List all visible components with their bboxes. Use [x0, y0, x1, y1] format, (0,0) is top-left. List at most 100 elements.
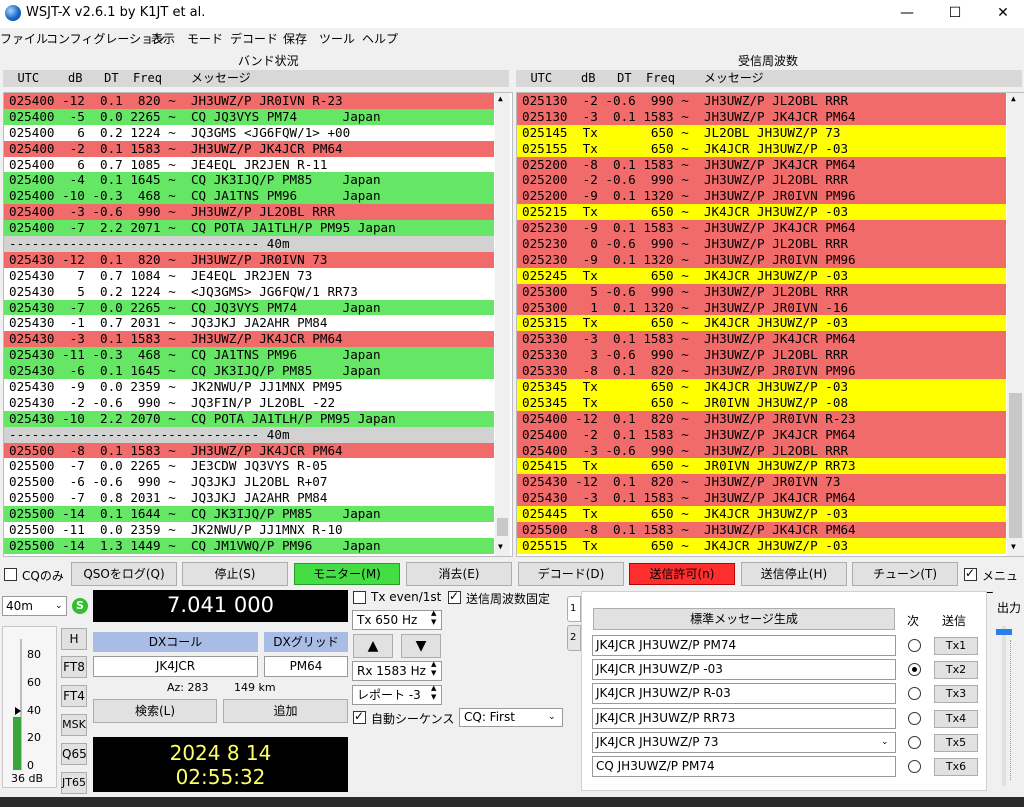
rx-frequency-row[interactable]: 025430 -12 0.1 820 ~ JH3UWZ/P JR0IVN 73	[517, 474, 1006, 491]
menu-file[interactable]: ファイル	[0, 30, 48, 47]
rx-frequency-row[interactable]: 025500 -8 0.1 1583 ~ JH3UWZ/P JK4JCR PM6…	[517, 522, 1006, 538]
band-activity-row[interactable]: 025500 -7 0.0 2265 ~ JE3CDW JQ3VYS R-05	[4, 458, 494, 475]
tx4-next-radio[interactable]	[908, 712, 921, 725]
rx-frequency-row[interactable]: 025200 -9 0.1 1320 ~ JH3UWZ/P JR0IVN PM9…	[517, 188, 1006, 205]
rx-frequency-row[interactable]: 025130 -2 -0.6 990 ~ JH3UWZ/P JL2OBL RRR	[517, 93, 1006, 109]
band-activity-row[interactable]: 025400 -5 0.0 2265 ~ CQ JQ3VYS PM74 Japa…	[4, 108, 494, 125]
band-activity-row[interactable]: 025400 -3 -0.6 990 ~ JH3UWZ/P JL2OBL RRR	[4, 204, 494, 221]
band-activity-row[interactable]: 025500 -11 0.0 2359 ~ JK2NWU/P JJ1MNX R-…	[4, 522, 494, 538]
band-activity-row[interactable]: --------------------------------- 40m	[4, 236, 494, 252]
monitor-button[interactable]: モニター(M)	[294, 563, 400, 585]
mode-jt65-button[interactable]: JT65	[61, 772, 87, 794]
band-activity-row[interactable]: 025400 -7 2.2 2071 ~ CQ POTA JA1TLH/P PM…	[4, 220, 494, 237]
minimize-button[interactable]: —	[884, 0, 930, 28]
band-activity-row[interactable]: 025430 -3 0.1 1583 ~ JH3UWZ/P JK4JCR PM6…	[4, 331, 494, 348]
band-activity-row[interactable]: 025500 -14 0.1 1644 ~ CQ JK3IJQ/P PM85 J…	[4, 506, 494, 523]
band-activity-row[interactable]: 025430 -1 0.7 2031 ~ JQ3JKJ JA2AHR PM84	[4, 315, 494, 332]
output-slider-handle[interactable]	[996, 629, 1012, 635]
tx5-next-radio[interactable]	[908, 736, 921, 749]
decode-button[interactable]: デコード(D)	[518, 562, 624, 586]
cq-only-checkbox[interactable]	[4, 568, 17, 581]
hold-tx-freq-checkbox[interactable]	[448, 589, 461, 604]
tx4-message-input[interactable]: JK4JCR JH3UWZ/P RR73	[592, 708, 896, 729]
band-activity-row[interactable]: 025430 -9 0.0 2359 ~ JK2NWU/P JJ1MNX PM9…	[4, 379, 494, 395]
band-activity-row[interactable]: 025430 5 0.2 1224 ~ <JQ3GMS> JG6FQW/1 RR…	[4, 283, 494, 300]
tx3-next-radio[interactable]	[908, 687, 921, 700]
menu-config[interactable]: コンフィグレーション	[46, 30, 165, 47]
band-activity-list[interactable]: 025400 -12 0.1 820 ~ JH3UWZ/P JR0IVN R-2…	[3, 92, 513, 557]
band-activity-row[interactable]: 025430 -11 -0.3 468 ~ CQ JA1TNS PM96 Jap…	[4, 347, 494, 364]
generate-messages-button[interactable]: 標準メッセージ生成	[593, 608, 895, 630]
rx-frequency-row[interactable]: 025400 -2 0.1 1583 ~ JH3UWZ/P JK4JCR PM6…	[517, 426, 1006, 443]
tx2-message-input[interactable]: JK4JCR JH3UWZ/P -03	[592, 659, 896, 680]
scroll-thumb[interactable]	[497, 518, 508, 536]
rx-frequency-row[interactable]: 025200 -2 -0.6 990 ~ JH3UWZ/P JL2OBL RRR	[517, 172, 1006, 189]
band-activity-row[interactable]: 025500 -14 1.3 1449 ~ CQ JM1VWQ/P PM96 J…	[4, 537, 494, 554]
tx5-send-button[interactable]: Tx5	[934, 734, 978, 752]
band-activity-row[interactable]: 025430 -10 2.2 2070 ~ CQ POTA JA1TLH/P P…	[4, 410, 494, 427]
scroll-up-icon[interactable]: ▲	[1011, 94, 1016, 103]
tx2-send-button[interactable]: Tx2	[934, 661, 978, 679]
band-activity-row[interactable]: 025500 -7 0.8 2031 ~ JQ3JKJ JA2AHR PM84	[4, 490, 494, 507]
tx3-message-input[interactable]: JK4JCR JH3UWZ/P R-03	[592, 683, 896, 704]
band-activity-row[interactable]: 025430 7 0.7 1084 ~ JE4EQL JR2JEN 73	[4, 267, 494, 284]
rx-frequency-row[interactable]: 025130 -3 0.1 1583 ~ JH3UWZ/P JK4JCR PM6…	[517, 108, 1006, 125]
band-activity-row[interactable]: 025430 -7 0.0 2265 ~ CQ JQ3VYS PM74 Japa…	[4, 299, 494, 316]
menu-help[interactable]: ヘルプ	[362, 30, 398, 47]
rx-frequency-row[interactable]: 025155 Tx 650 ~ JK4JCR JH3UWZ/P -03	[517, 140, 1006, 157]
menu-mode[interactable]: モード	[187, 30, 223, 47]
rx-frequency-row[interactable]: 025200 -8 0.1 1583 ~ JH3UWZ/P JK4JCR PM6…	[517, 156, 1006, 173]
band-activity-scrollbar[interactable]: ▲ ▼	[495, 93, 510, 556]
tab-2[interactable]: 2	[567, 625, 581, 651]
menus-checkbox[interactable]	[964, 566, 977, 581]
tx1-send-button[interactable]: Tx1	[934, 637, 978, 655]
report-spinbox[interactable]: レポート -3 ▲ ▼	[352, 684, 442, 705]
tx-even-checkbox[interactable]	[353, 591, 366, 604]
rx-frequency-row[interactable]: 025230 -9 0.1 1583 ~ JH3UWZ/P JK4JCR PM6…	[517, 220, 1006, 237]
band-activity-row[interactable]: 025430 -6 0.1 1645 ~ CQ JK3IJQ/P PM85 Ja…	[4, 363, 494, 380]
scroll-down-icon[interactable]: ▼	[1011, 542, 1016, 551]
menu-view[interactable]: 表示	[151, 30, 175, 47]
erase-button[interactable]: 消去(E)	[406, 562, 512, 586]
band-activity-row[interactable]: 025400 -4 0.1 1645 ~ CQ JK3IJQ/P PM85 Ja…	[4, 172, 494, 189]
rx-frequency-row[interactable]: 025345 Tx 650 ~ JK4JCR JH3UWZ/P -03	[517, 379, 1006, 395]
tx6-send-button[interactable]: Tx6	[934, 758, 978, 776]
band-activity-row[interactable]: 025430 -12 0.1 820 ~ JH3UWZ/P JR0IVN 73	[4, 251, 494, 268]
spin-arrows-icon[interactable]: ▲ ▼	[431, 660, 436, 678]
rx-frequency-row[interactable]: 025330 -8 0.1 820 ~ JH3UWZ/P JR0IVN PM96	[517, 363, 1006, 380]
tune-button[interactable]: チューン(T)	[852, 562, 958, 586]
scroll-thumb[interactable]	[1009, 393, 1022, 538]
tx-down-button[interactable]: ▼	[401, 634, 441, 658]
dx-call-input[interactable]: JK4JCR	[93, 656, 258, 677]
rx-frequency-row[interactable]: 025245 Tx 650 ~ JK4JCR JH3UWZ/P -03	[517, 267, 1006, 284]
rx-freq-spinbox[interactable]: Rx 1583 Hz ▲ ▼	[352, 660, 442, 681]
band-activity-row[interactable]: 025500 -6 -0.6 990 ~ JQ3JKJ JL2OBL R+07	[4, 474, 494, 491]
band-activity-row[interactable]: 025400 -12 0.1 820 ~ JH3UWZ/P JR0IVN R-2…	[4, 93, 494, 109]
auto-seq-checkbox[interactable]	[353, 709, 366, 724]
rx-frequency-row[interactable]: 025230 -9 0.1 1320 ~ JH3UWZ/P JR0IVN PM9…	[517, 251, 1006, 268]
mode-h-button[interactable]: H	[61, 628, 87, 650]
rx-frequency-row[interactable]: 025315 Tx 650 ~ JK4JCR JH3UWZ/P -03	[517, 315, 1006, 332]
tx2-next-radio[interactable]	[908, 663, 921, 676]
close-button[interactable]: ✕	[980, 0, 1024, 28]
spin-arrows-icon[interactable]: ▲ ▼	[431, 609, 436, 627]
band-activity-row[interactable]: --------------------------------- 40m	[4, 426, 494, 443]
tx4-send-button[interactable]: Tx4	[934, 710, 978, 728]
mode-ft4-button[interactable]: FT4	[61, 685, 87, 707]
rx-frequency-row[interactable]: 025400 -12 0.1 820 ~ JH3UWZ/P JR0IVN R-2…	[517, 410, 1006, 427]
band-activity-row[interactable]: 025400 -10 -0.3 468 ~ CQ JA1TNS PM96 Jap…	[4, 188, 494, 205]
rx-frequency-row[interactable]: 025330 -3 0.1 1583 ~ JH3UWZ/P JK4JCR PM6…	[517, 331, 1006, 348]
mode-msk-button[interactable]: MSK	[61, 714, 87, 736]
enable-tx-button[interactable]: 送信許可(n)	[629, 563, 735, 585]
maximize-button[interactable]: ☐	[932, 0, 978, 28]
tab-1[interactable]: 1	[567, 596, 581, 622]
rx-frequency-list[interactable]: 025130 -2 -0.6 990 ~ JH3UWZ/P JL2OBL RRR…	[516, 92, 1024, 557]
scroll-down-icon[interactable]: ▼	[498, 542, 503, 551]
band-activity-row[interactable]: 025500 -8 0.1 1583 ~ JH3UWZ/P JK4JCR PM6…	[4, 442, 494, 459]
rx-frequency-row[interactable]: 025300 1 0.1 1320 ~ JH3UWZ/P JR0IVN -16	[517, 299, 1006, 316]
rx-frequency-row[interactable]: 025215 Tx 650 ~ JK4JCR JH3UWZ/P -03	[517, 204, 1006, 221]
rx-frequency-row[interactable]: 025345 Tx 650 ~ JR0IVN JH3UWZ/P -08	[517, 394, 1006, 411]
rx-frequency-scrollbar[interactable]: ▲ ▼	[1007, 93, 1024, 556]
rx-frequency-row[interactable]: 025400 -3 -0.6 990 ~ JH3UWZ/P JL2OBL RRR	[517, 442, 1006, 459]
rx-frequency-row[interactable]: 025145 Tx 650 ~ JL2OBL JH3UWZ/P 73	[517, 124, 1006, 141]
